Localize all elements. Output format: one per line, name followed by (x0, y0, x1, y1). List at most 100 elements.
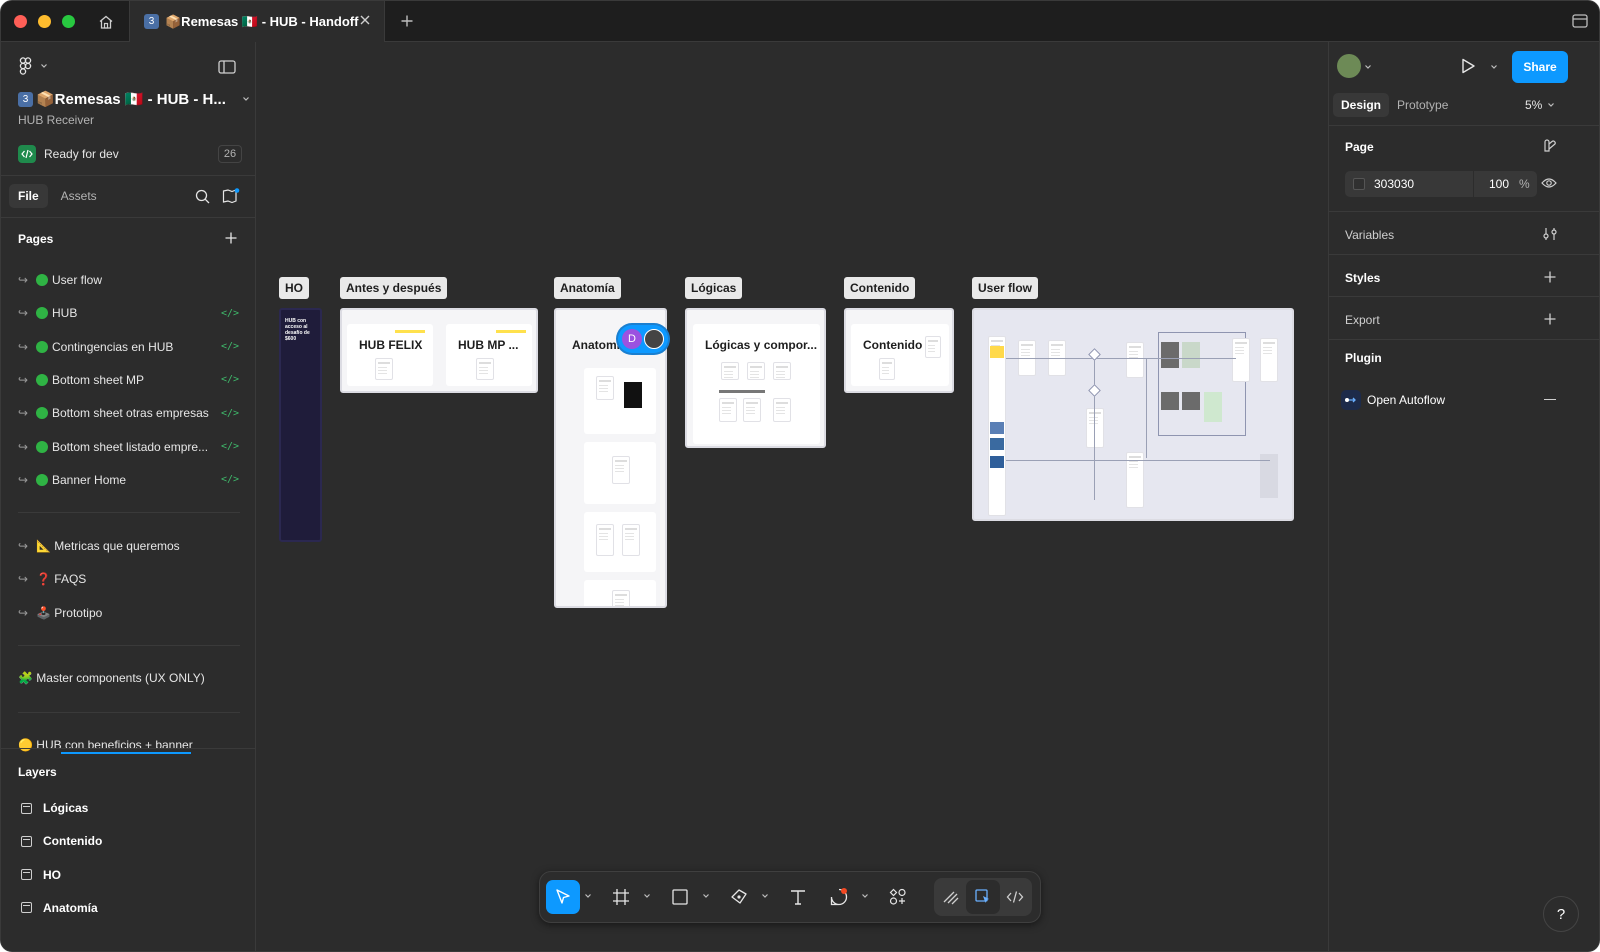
tab-design[interactable]: Design (1333, 93, 1390, 117)
chevron-down-icon[interactable] (1547, 101, 1555, 109)
pages-separator (18, 712, 240, 713)
page-opacity-value[interactable]: 100 (1489, 177, 1509, 191)
frame-label-contenido[interactable]: Contenido (844, 277, 916, 299)
layer-item[interactable]: Lógicas (21, 801, 88, 815)
eye-icon[interactable] (1541, 177, 1557, 189)
page-item[interactable]: ↪ ❓ FAQS (18, 572, 243, 586)
minimize-window-button[interactable] (38, 15, 51, 28)
variables-icon[interactable] (1542, 227, 1558, 241)
search-icon[interactable] (195, 189, 210, 204)
frame-user-flow[interactable] (972, 308, 1294, 521)
plugin-item-label[interactable]: Open Autoflow (1367, 393, 1445, 407)
move-tool-icon[interactable] (546, 880, 580, 914)
tab-prototype[interactable]: Prototype (1397, 98, 1448, 112)
page-color-value: 303030 (1374, 177, 1415, 191)
frame-contenido[interactable]: Contenido (844, 308, 954, 393)
plus-icon[interactable] (397, 11, 417, 31)
frame-label-user-flow[interactable]: User flow (972, 277, 1039, 299)
page-item[interactable]: ↪ User flow (18, 273, 243, 287)
chevron-down-icon[interactable] (643, 892, 651, 900)
chevron-down-icon[interactable] (1490, 63, 1498, 71)
frame-label-anatomia[interactable]: Anatomía (554, 277, 621, 299)
export-title[interactable]: Export (1345, 313, 1380, 327)
share-button[interactable]: Share (1512, 51, 1568, 83)
file-name-row[interactable]: 3 📦Remesas 🇲🇽 - HUB - H... (18, 90, 250, 108)
file-name: 📦Remesas 🇲🇽 - HUB - H... (36, 91, 226, 108)
frame-anatomia[interactable]: Anatomí (554, 308, 667, 608)
comment-tool-icon[interactable] (822, 880, 856, 914)
chevron-down-icon[interactable] (1364, 63, 1372, 71)
ready-for-dev-row[interactable]: Ready for dev (18, 145, 119, 163)
page-item[interactable]: ↪ Contingencias en HUB </> (18, 340, 243, 354)
add-style-icon[interactable] (1543, 270, 1557, 284)
main-menu-button[interactable] (18, 57, 48, 75)
flow-screen-dark (1182, 392, 1200, 410)
chevron-down-icon[interactable] (702, 892, 710, 900)
chevron-down-icon[interactable] (584, 892, 592, 900)
frame-tool-icon[interactable] (604, 880, 638, 914)
panel-layout-icon[interactable] (218, 59, 236, 75)
frame-label-antes-y-despues[interactable]: Antes y después (340, 277, 448, 299)
frame-logicas[interactable]: Lógicas y compor... (685, 308, 826, 448)
page-item-master-components[interactable]: 🧩 Master components (UX ONLY) (18, 671, 243, 685)
flow-screen (1086, 408, 1104, 448)
mini-screen (925, 336, 941, 358)
present-play-icon[interactable] (1459, 57, 1477, 75)
page-label: Contingencias en HUB (52, 339, 174, 354)
close-icon[interactable] (358, 13, 372, 27)
minus-icon[interactable] (1544, 399, 1556, 401)
page-style-icon[interactable] (1542, 138, 1558, 154)
pen-tool-icon[interactable] (722, 880, 756, 914)
library-icon[interactable] (222, 188, 240, 204)
flow-thumb (990, 346, 1004, 358)
design-mode-icon[interactable] (966, 880, 1000, 914)
mini-screen (879, 358, 895, 380)
add-export-icon[interactable] (1543, 312, 1557, 326)
page-color-field[interactable]: 303030 100 % (1345, 171, 1537, 197)
tab-assets[interactable]: Assets (52, 184, 106, 208)
chevron-down-icon[interactable] (761, 892, 769, 900)
zoom-window-button[interactable] (62, 15, 75, 28)
scroll-indicator (61, 752, 191, 754)
frame-antes-y-despues[interactable]: HUB FELIX HUB MP ... (340, 308, 538, 393)
dev-mode-icon[interactable] (998, 880, 1032, 914)
page-item[interactable]: ↪ HUB </> (18, 306, 243, 320)
home-icon[interactable] (95, 11, 117, 33)
connector (1094, 350, 1095, 500)
chevron-down-icon[interactable] (861, 892, 869, 900)
user-avatar[interactable] (1337, 54, 1361, 78)
canvas[interactable]: HO HUB con acceso al desafío de $600 Ant… (256, 42, 1328, 951)
frame-label-logicas[interactable]: Lógicas (685, 277, 743, 299)
page-item[interactable]: ↪ Bottom sheet listado empre... </> (18, 440, 243, 454)
sidebar-toggle-icon[interactable] (1571, 12, 1589, 30)
layer-item[interactable]: HO (21, 868, 61, 882)
left-panel: 3 📦Remesas 🇲🇽 - HUB - H... HUB Receiver … (1, 42, 256, 951)
flow-thumb (990, 438, 1004, 450)
help-button[interactable]: ? (1543, 896, 1579, 932)
tab-file[interactable]: File (9, 184, 48, 208)
rectangle-tool-icon[interactable] (663, 880, 697, 914)
zoom-level[interactable]: 5% (1525, 98, 1542, 112)
variables-title[interactable]: Variables (1345, 228, 1394, 242)
add-page-icon[interactable] (224, 231, 238, 245)
multiplayer-cursor: D (618, 325, 668, 353)
page-item[interactable]: ↪ 🕹️ Prototipo (18, 606, 243, 620)
ready-for-dev-icon: </> (220, 307, 239, 319)
actions-icon[interactable] (881, 880, 915, 914)
page-item[interactable]: ↪ Bottom sheet MP </> (18, 373, 243, 387)
page-item[interactable]: ↪ 📐 Metricas que queremos (18, 539, 243, 553)
page-item[interactable]: ↪ Banner Home </> (18, 473, 243, 487)
frame-label-ho[interactable]: HO (279, 277, 309, 299)
layer-item[interactable]: Contenido (21, 834, 102, 848)
file-tab[interactable]: 3 📦Remesas 🇲🇽 - HUB - Handoff (129, 1, 385, 42)
close-window-button[interactable] (14, 15, 27, 28)
text-tool-icon[interactable] (781, 880, 815, 914)
layer-item[interactable]: Anatomía (21, 901, 98, 915)
frame-ho[interactable]: HUB con acceso al desafío de $600 (279, 308, 322, 542)
color-swatch[interactable] (1353, 178, 1365, 190)
file-subtitle[interactable]: HUB Receiver (18, 113, 94, 127)
page-item[interactable]: ↪ Bottom sheet otras empresas </> (18, 406, 243, 420)
draw-mode-icon[interactable] (934, 880, 968, 914)
page-label: User flow (52, 273, 103, 287)
page-item-hub-banner[interactable]: 🟡 HUB con beneficios + banner (18, 738, 243, 752)
